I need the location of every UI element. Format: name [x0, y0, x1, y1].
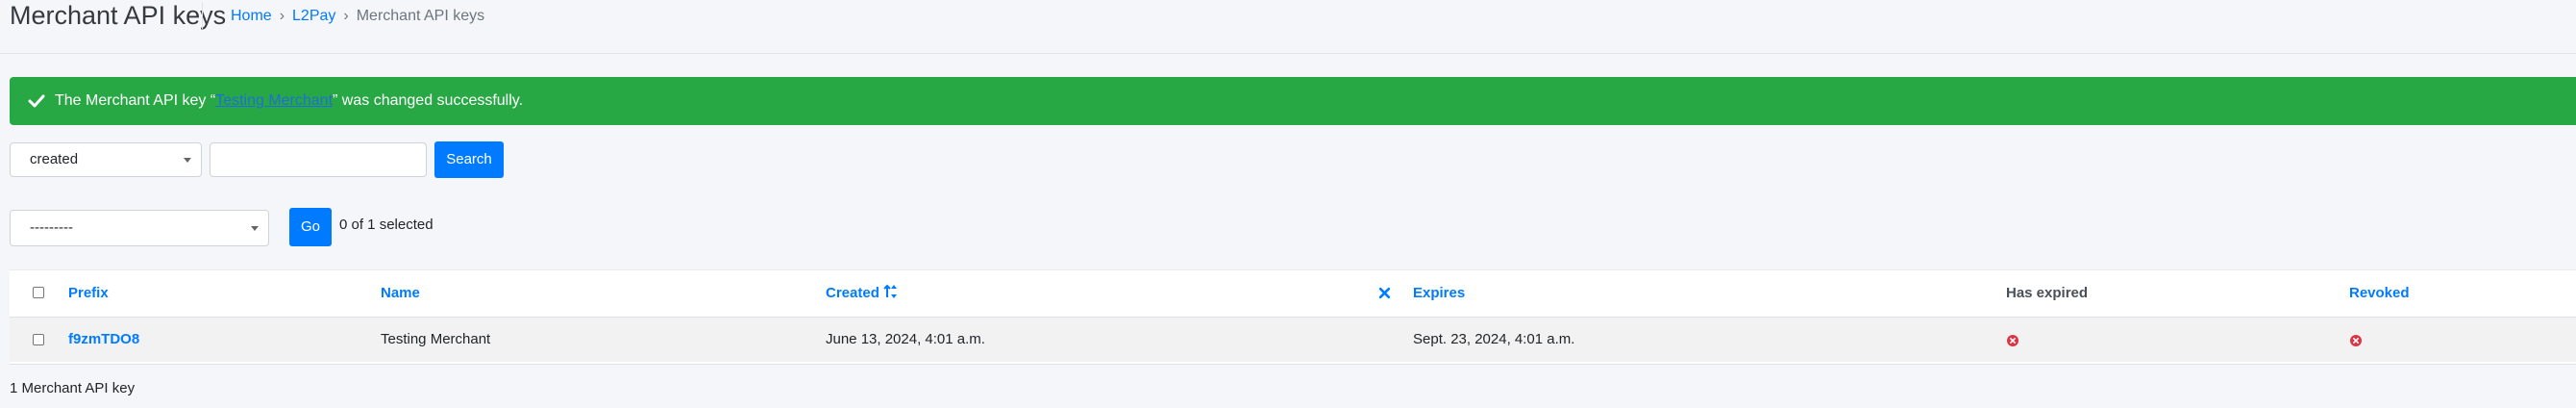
column-prefix[interactable]: Prefix — [68, 270, 109, 317]
title-divider — [202, 2, 203, 29]
close-icon[interactable] — [1378, 287, 1391, 299]
go-button[interactable]: Go — [289, 208, 332, 246]
column-has-expired: Has expired — [2006, 285, 2089, 301]
page-header: Merchant API keys Home › L2Pay › Merchant AP… — [0, 0, 2576, 54]
row-created: June 13, 2024, 4:01 a.m. — [826, 331, 985, 347]
sort-asc-desc-icon[interactable] — [883, 284, 899, 299]
false-icon — [2007, 335, 2019, 346]
column-created[interactable]: Created — [826, 270, 899, 317]
alert-object-link[interactable]: Testing Merchant — [215, 92, 333, 109]
row-checkbox[interactable] — [33, 334, 44, 345]
alert-suffix: ” was changed successfully. — [333, 92, 524, 109]
results-table: Prefix Name Created Expires Has expired … — [10, 269, 2576, 365]
search-button[interactable]: Search — [434, 141, 504, 178]
search-field-select[interactable]: created — [10, 142, 202, 177]
breadcrumb-app[interactable]: L2Pay — [292, 8, 335, 24]
row-expires: Sept. 23, 2024, 4:01 a.m. — [1413, 331, 1575, 347]
breadcrumb-separator: › — [343, 8, 349, 24]
table-row: f9zmTDO8 Testing Merchant June 13, 2024,… — [10, 318, 2576, 362]
breadcrumb-current: Merchant API keys — [356, 8, 485, 24]
column-revoked[interactable]: Revoked — [2349, 270, 2410, 317]
column-expires[interactable]: Expires — [1413, 270, 1465, 317]
page-title: Merchant API keys — [10, 1, 227, 30]
column-name[interactable]: Name — [381, 270, 420, 317]
alert-message: The Merchant API key “Testing Merchant” … — [55, 77, 523, 125]
row-name: Testing Merchant — [381, 331, 491, 347]
breadcrumb-home[interactable]: Home — [231, 8, 272, 24]
action-select[interactable]: --------- — [10, 210, 269, 246]
selected-count: 0 of 1 selected — [339, 217, 433, 233]
breadcrumb-separator: › — [279, 8, 285, 24]
success-alert: The Merchant API key “Testing Merchant” … — [10, 77, 2576, 125]
table-header: Prefix Name Created Expires Has expired … — [10, 270, 2576, 318]
search-field-value: created — [30, 151, 79, 167]
row-prefix-link[interactable]: f9zmTDO8 — [68, 318, 139, 362]
alert-prefix: The Merchant API key “ — [55, 92, 216, 109]
search-input[interactable] — [210, 142, 427, 177]
chevron-down-icon — [251, 226, 259, 231]
breadcrumb: Home › L2Pay › Merchant API keys — [231, 7, 484, 26]
column-created-label: Created — [826, 285, 879, 301]
chevron-down-icon — [184, 158, 191, 163]
false-icon — [2350, 335, 2362, 346]
check-icon — [28, 94, 45, 108]
result-count: 1 Merchant API key — [10, 380, 136, 396]
action-select-value: --------- — [30, 219, 73, 236]
select-all-checkbox[interactable] — [33, 287, 44, 298]
